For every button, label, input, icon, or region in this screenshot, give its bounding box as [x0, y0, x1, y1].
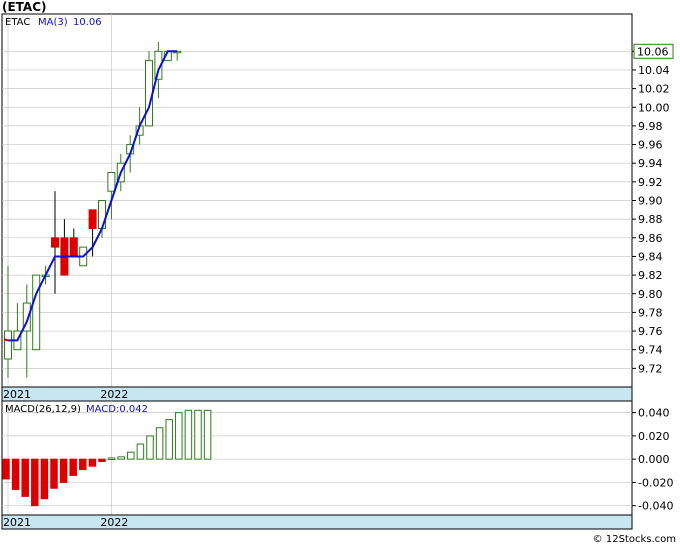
- candle-body: [51, 237, 59, 248]
- macd-bar: [194, 409, 202, 460]
- last-price-label: 10.06: [637, 45, 669, 58]
- macd-tick-label: -0.020: [638, 476, 673, 489]
- macd-bar: [155, 427, 164, 460]
- macd-date-label: 2022: [100, 516, 128, 529]
- macd-bar: [79, 458, 87, 471]
- ma-value-label: 10.06: [73, 17, 102, 28]
- macd-bar: [2, 458, 10, 480]
- price-tick-label: 10.00: [638, 101, 670, 114]
- price-tick-label: 9.92: [638, 176, 663, 189]
- macd-bar: [175, 412, 183, 460]
- macd-label: MACD(26,12,9): [5, 404, 81, 415]
- ma-line-start: [3, 338, 9, 342]
- macd-bar: [50, 458, 58, 489]
- macd-bar: [31, 458, 39, 507]
- price-tick-label: 9.90: [638, 195, 663, 208]
- macd-panel: [1, 400, 633, 516]
- price-tick-label: 9.94: [638, 157, 663, 170]
- price-tick-label: 10.02: [638, 83, 670, 96]
- price-tick-label: 10.04: [638, 64, 670, 77]
- price-date-label: 2022: [100, 388, 128, 401]
- price-date-strip: [1, 386, 633, 402]
- candle-body: [88, 209, 97, 229]
- macd-tick-label: -0.040: [638, 500, 673, 513]
- price-tick-label: 9.98: [638, 120, 663, 133]
- candle-body: [107, 172, 116, 192]
- price-tick-label: 9.80: [638, 288, 663, 301]
- price-tick-label: 9.78: [638, 306, 663, 319]
- price-tick-label: 9.76: [638, 325, 663, 338]
- candle-body: [32, 274, 41, 351]
- macd-date-label: 2021: [3, 516, 31, 529]
- macd-bar: [203, 409, 212, 460]
- macd-bar: [146, 435, 154, 460]
- candle-body: [145, 60, 153, 127]
- chart-canvas: 9.72 9.74 9.76 9.78 9.80 9.82 9.84 9.86 9.88 9.90…: [1, 13, 674, 530]
- macd-date-strip: [1, 514, 633, 530]
- price-tick-label: 9.84: [638, 250, 663, 263]
- macd-bar: [136, 443, 145, 460]
- price-tick-label: 9.82: [638, 269, 663, 282]
- price-tick-label: 9.96: [638, 139, 663, 152]
- price-tick-label: 9.86: [638, 232, 663, 245]
- price-tick-label: 9.88: [638, 213, 663, 226]
- macd-bar: [69, 458, 77, 476]
- ma-label: MA(3): [38, 17, 68, 28]
- price-tick-label: 9.74: [638, 344, 663, 357]
- macd-bar: [127, 451, 135, 460]
- macd-bar: [184, 409, 193, 460]
- macd-value-label: MACD:0.042: [86, 404, 148, 415]
- candle-body: [4, 330, 12, 360]
- macd-bar: [98, 458, 106, 462]
- price-date-label: 2021: [3, 388, 31, 401]
- macd-bar: [88, 458, 97, 467]
- macd-tick-label: 0.040: [638, 407, 670, 420]
- macd-bar: [59, 458, 68, 483]
- price-tick-label: 9.72: [638, 362, 663, 375]
- macd-bar: [40, 458, 49, 500]
- macd-bar: [117, 456, 125, 460]
- ticker-label: ETAC: [5, 17, 30, 28]
- macd-bar: [165, 419, 173, 460]
- macd-bar: [11, 458, 20, 490]
- watermark: © 12Stocks.com: [592, 534, 676, 545]
- macd-bar: [107, 457, 116, 460]
- macd-tick-label: 0.020: [638, 430, 670, 443]
- macd-tick-label: 0.000: [638, 453, 670, 466]
- macd-bar: [21, 458, 29, 497]
- candle-body: [69, 237, 78, 257]
